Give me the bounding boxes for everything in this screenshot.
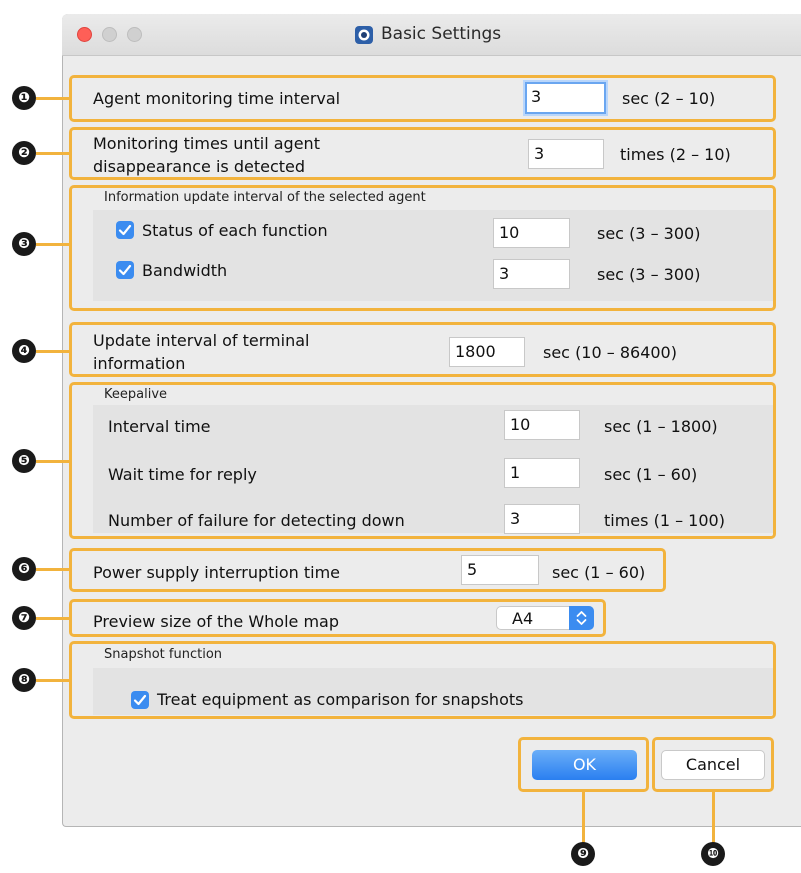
marker-2: ❷ [12,141,36,165]
window-title: Basic Settings [381,24,502,44]
checkmark-icon [118,264,132,276]
marker-line-1 [36,97,70,100]
marker-7: ❼ [12,606,36,630]
bandwidth-label: Bandwidth [142,261,228,280]
marker-line-9 [582,791,585,845]
keepalive-wait-range: sec (1 – 60) [604,465,698,484]
monitoring-times-label-line1: Monitoring times until agent [93,134,320,153]
marker-3: ❸ [12,232,36,256]
marker-line-8 [36,679,70,682]
marker-line-4 [36,350,70,353]
keepalive-interval-input[interactable]: 10 [504,410,580,440]
agent-interval-label: Agent monitoring time interval [93,89,341,108]
snapshot-checkbox-label: Treat equipment as comparison for snapsh… [157,690,524,709]
minimize-window-button[interactable] [102,27,117,42]
agent-interval-input[interactable]: 3 [525,82,606,114]
bandwidth-checkbox[interactable] [116,261,134,279]
marker-line-10 [712,791,715,845]
terminal-update-range: sec (10 – 86400) [543,343,677,362]
preview-size-value: A4 [512,609,534,628]
marker-10: ❿ [701,842,725,866]
monitoring-times-input[interactable]: 3 [528,139,604,169]
snapshot-checkbox[interactable] [131,691,149,709]
terminal-update-input[interactable]: 1800 [449,337,525,367]
marker-line-5 [36,460,70,463]
marker-line-6 [36,568,70,571]
marker-line-2 [36,152,70,155]
terminal-update-label-line1: Update interval of terminal [93,331,310,350]
marker-9: ❾ [571,842,595,866]
status-label: Status of each function [142,221,328,240]
bandwidth-interval-range: sec (3 – 300) [597,265,701,284]
agent-interval-range: sec (2 – 10) [622,89,716,108]
marker-1: ❶ [12,86,36,110]
monitoring-times-range: times (2 – 10) [620,145,731,164]
keepalive-wait-input[interactable]: 1 [504,458,580,488]
checkmark-icon [133,694,147,706]
close-window-button[interactable] [77,27,92,42]
marker-5: ❺ [12,449,36,473]
checkmark-icon [118,224,132,236]
preview-label: Preview size of the Whole map [93,612,339,631]
cancel-button[interactable]: Cancel [661,750,765,780]
power-input[interactable]: 5 [461,555,539,585]
status-checkbox[interactable] [116,221,134,239]
keepalive-failure-input[interactable]: 3 [504,504,580,534]
status-interval-input[interactable]: 10 [493,218,570,248]
snapshot-group-label: Snapshot function [104,647,223,662]
bandwidth-interval-input[interactable]: 3 [493,259,570,289]
zoom-window-button[interactable] [127,27,142,42]
keepalive-interval-range: sec (1 – 1800) [604,417,718,436]
terminal-update-label-line2: information [93,354,186,373]
monitoring-times-label-line2: disappearance is detected [93,157,306,176]
keepalive-failure-label: Number of failure for detecting down [108,511,405,530]
keepalive-group-label: Keepalive [104,387,168,402]
marker-4: ❹ [12,339,36,363]
app-logo-icon [354,25,374,45]
marker-line-3 [36,243,70,246]
marker-8: ❽ [12,668,36,692]
marker-line-7 [36,617,70,620]
keepalive-wait-label: Wait time for reply [108,465,257,484]
power-range: sec (1 – 60) [552,563,646,582]
keepalive-failure-range: times (1 – 100) [604,511,725,530]
marker-6: ❻ [12,557,36,581]
status-interval-range: sec (3 – 300) [597,224,701,243]
info-update-group-label: Information update interval of the selec… [104,190,426,205]
up-down-chevron-icon[interactable] [569,606,594,630]
ok-button[interactable]: OK [532,750,637,780]
keepalive-interval-label: Interval time [108,417,211,436]
power-label: Power supply interruption time [93,563,341,582]
